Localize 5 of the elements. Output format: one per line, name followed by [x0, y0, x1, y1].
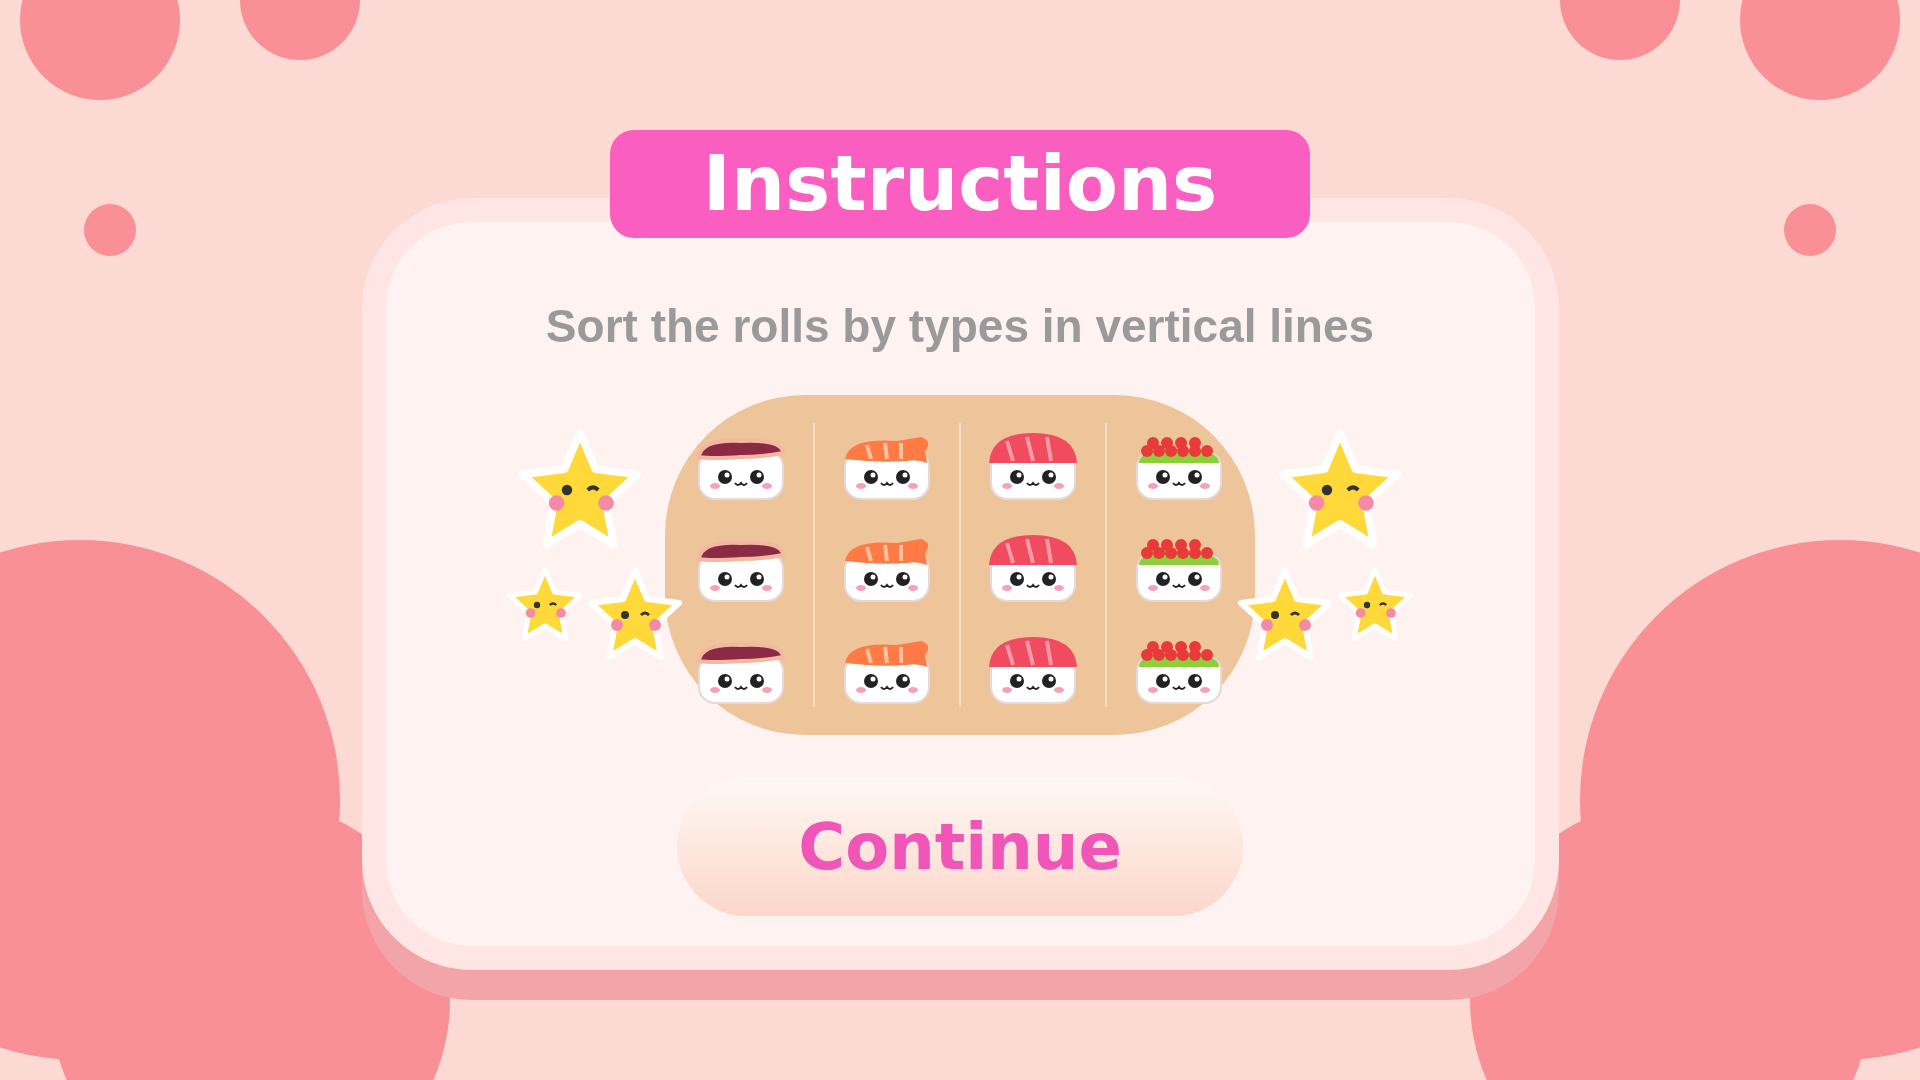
- blossom-blob: [84, 204, 136, 256]
- instruction-text: Sort the rolls by types in vertical lines: [545, 299, 1375, 354]
- continue-button[interactable]: Continue: [677, 777, 1243, 916]
- blossom-blob: [1784, 204, 1836, 256]
- title-text: Instructions: [702, 138, 1218, 230]
